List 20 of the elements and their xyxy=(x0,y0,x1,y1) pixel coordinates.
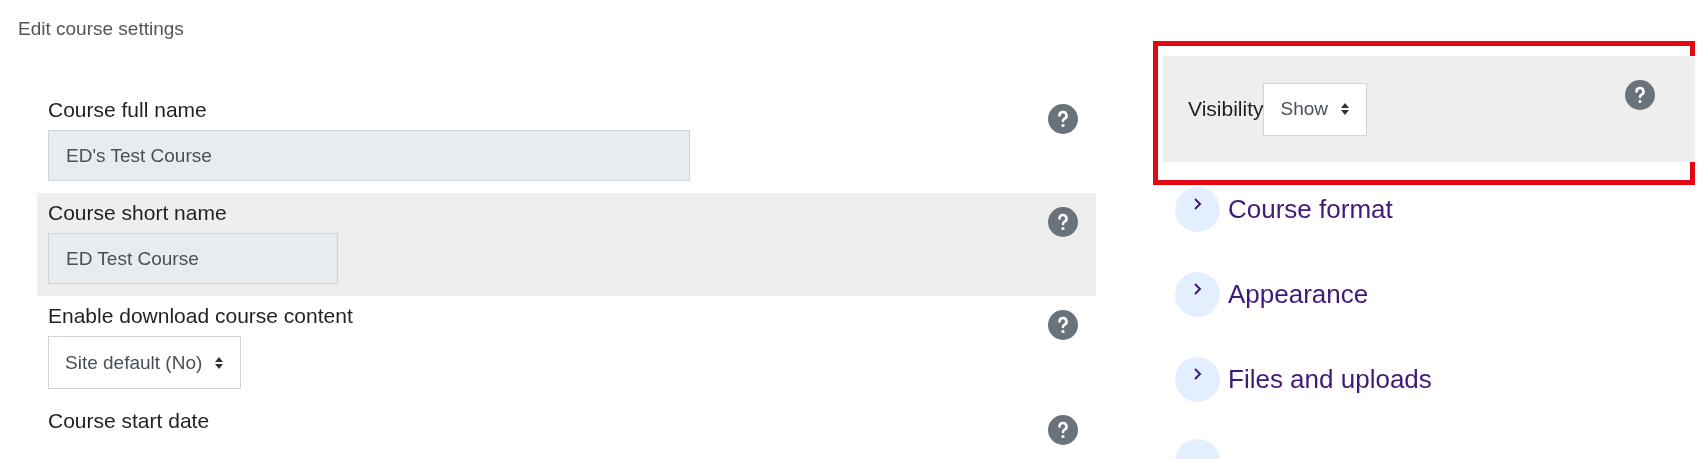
help-icon[interactable] xyxy=(1048,415,1078,445)
select-dropdown[interactable]: Site default (No) xyxy=(48,336,242,389)
help-icon[interactable] xyxy=(1625,80,1655,110)
text-field[interactable]: ED's Test Course xyxy=(48,130,690,181)
page-title: Edit course settings xyxy=(18,18,184,40)
field-label: Visibility xyxy=(1188,97,1264,121)
field-label: Course full name xyxy=(48,98,208,122)
field-label: Course start date xyxy=(48,409,210,433)
field-label: Course short name xyxy=(48,201,228,225)
section-toggle[interactable]: Course format xyxy=(1175,187,1701,232)
help-icon[interactable] xyxy=(1048,104,1078,134)
section-toggle[interactable]: Files and uploads xyxy=(1175,357,1701,402)
sort-caret-icon xyxy=(1340,102,1350,116)
help-icon[interactable] xyxy=(1048,310,1078,340)
select-dropdown[interactable]: Show xyxy=(1263,82,1367,136)
help-icon[interactable] xyxy=(1048,207,1078,237)
text-field[interactable]: ED Test Course xyxy=(48,233,338,284)
section-toggle[interactable]: Appearance xyxy=(1175,272,1701,317)
field-label: Enable download course content xyxy=(48,304,353,328)
sort-caret-icon xyxy=(214,355,225,370)
